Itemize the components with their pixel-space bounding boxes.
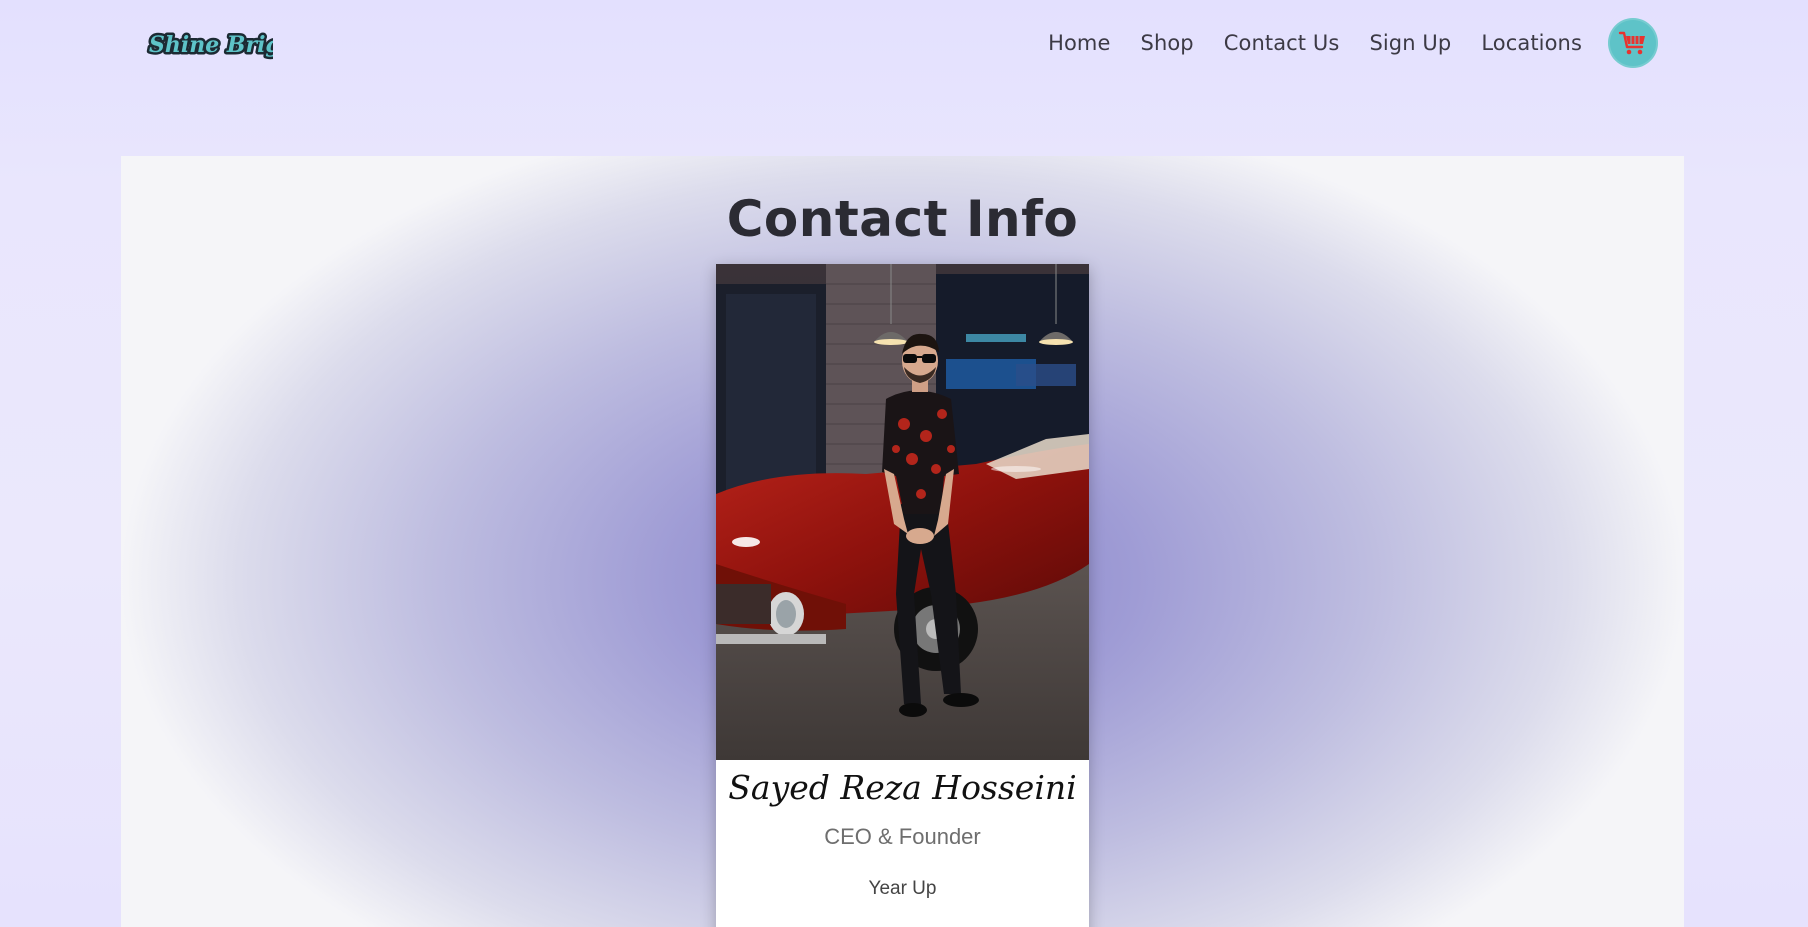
nav-locations-link[interactable]: Locations <box>1481 31 1582 55</box>
person-organization: Year Up <box>868 878 937 899</box>
nav-shop-link[interactable]: Shop <box>1141 31 1194 55</box>
nav-links: Home Shop Contact Us Sign Up Locations <box>1048 18 1658 68</box>
person-name: Sayed Reza Hosseini <box>728 768 1077 807</box>
nav-home-link[interactable]: Home <box>1048 31 1110 55</box>
contact-card: Sayed Reza Hosseini CEO & Founder Year U… <box>716 264 1089 927</box>
shopping-cart-icon <box>1618 31 1645 55</box>
brand-logo[interactable]: Shine Brighter Shine Brighter <box>145 22 337 66</box>
cart-button[interactable] <box>1608 18 1658 68</box>
profile-photo <box>716 264 1089 760</box>
contact-panel: Contact Info Sayed Reza Hosseini CEO & F… <box>121 156 1684 927</box>
nav-sign-up-link[interactable]: Sign Up <box>1369 31 1451 55</box>
svg-text:Shine Brighter: Shine Brighter <box>149 32 273 58</box>
page-title: Contact Info <box>726 190 1079 248</box>
nav-contact-us-link[interactable]: Contact Us <box>1224 31 1340 55</box>
person-role: CEO & Founder <box>824 824 981 849</box>
top-navbar: Shine Brighter Shine Brighter Home Shop … <box>0 0 1808 90</box>
